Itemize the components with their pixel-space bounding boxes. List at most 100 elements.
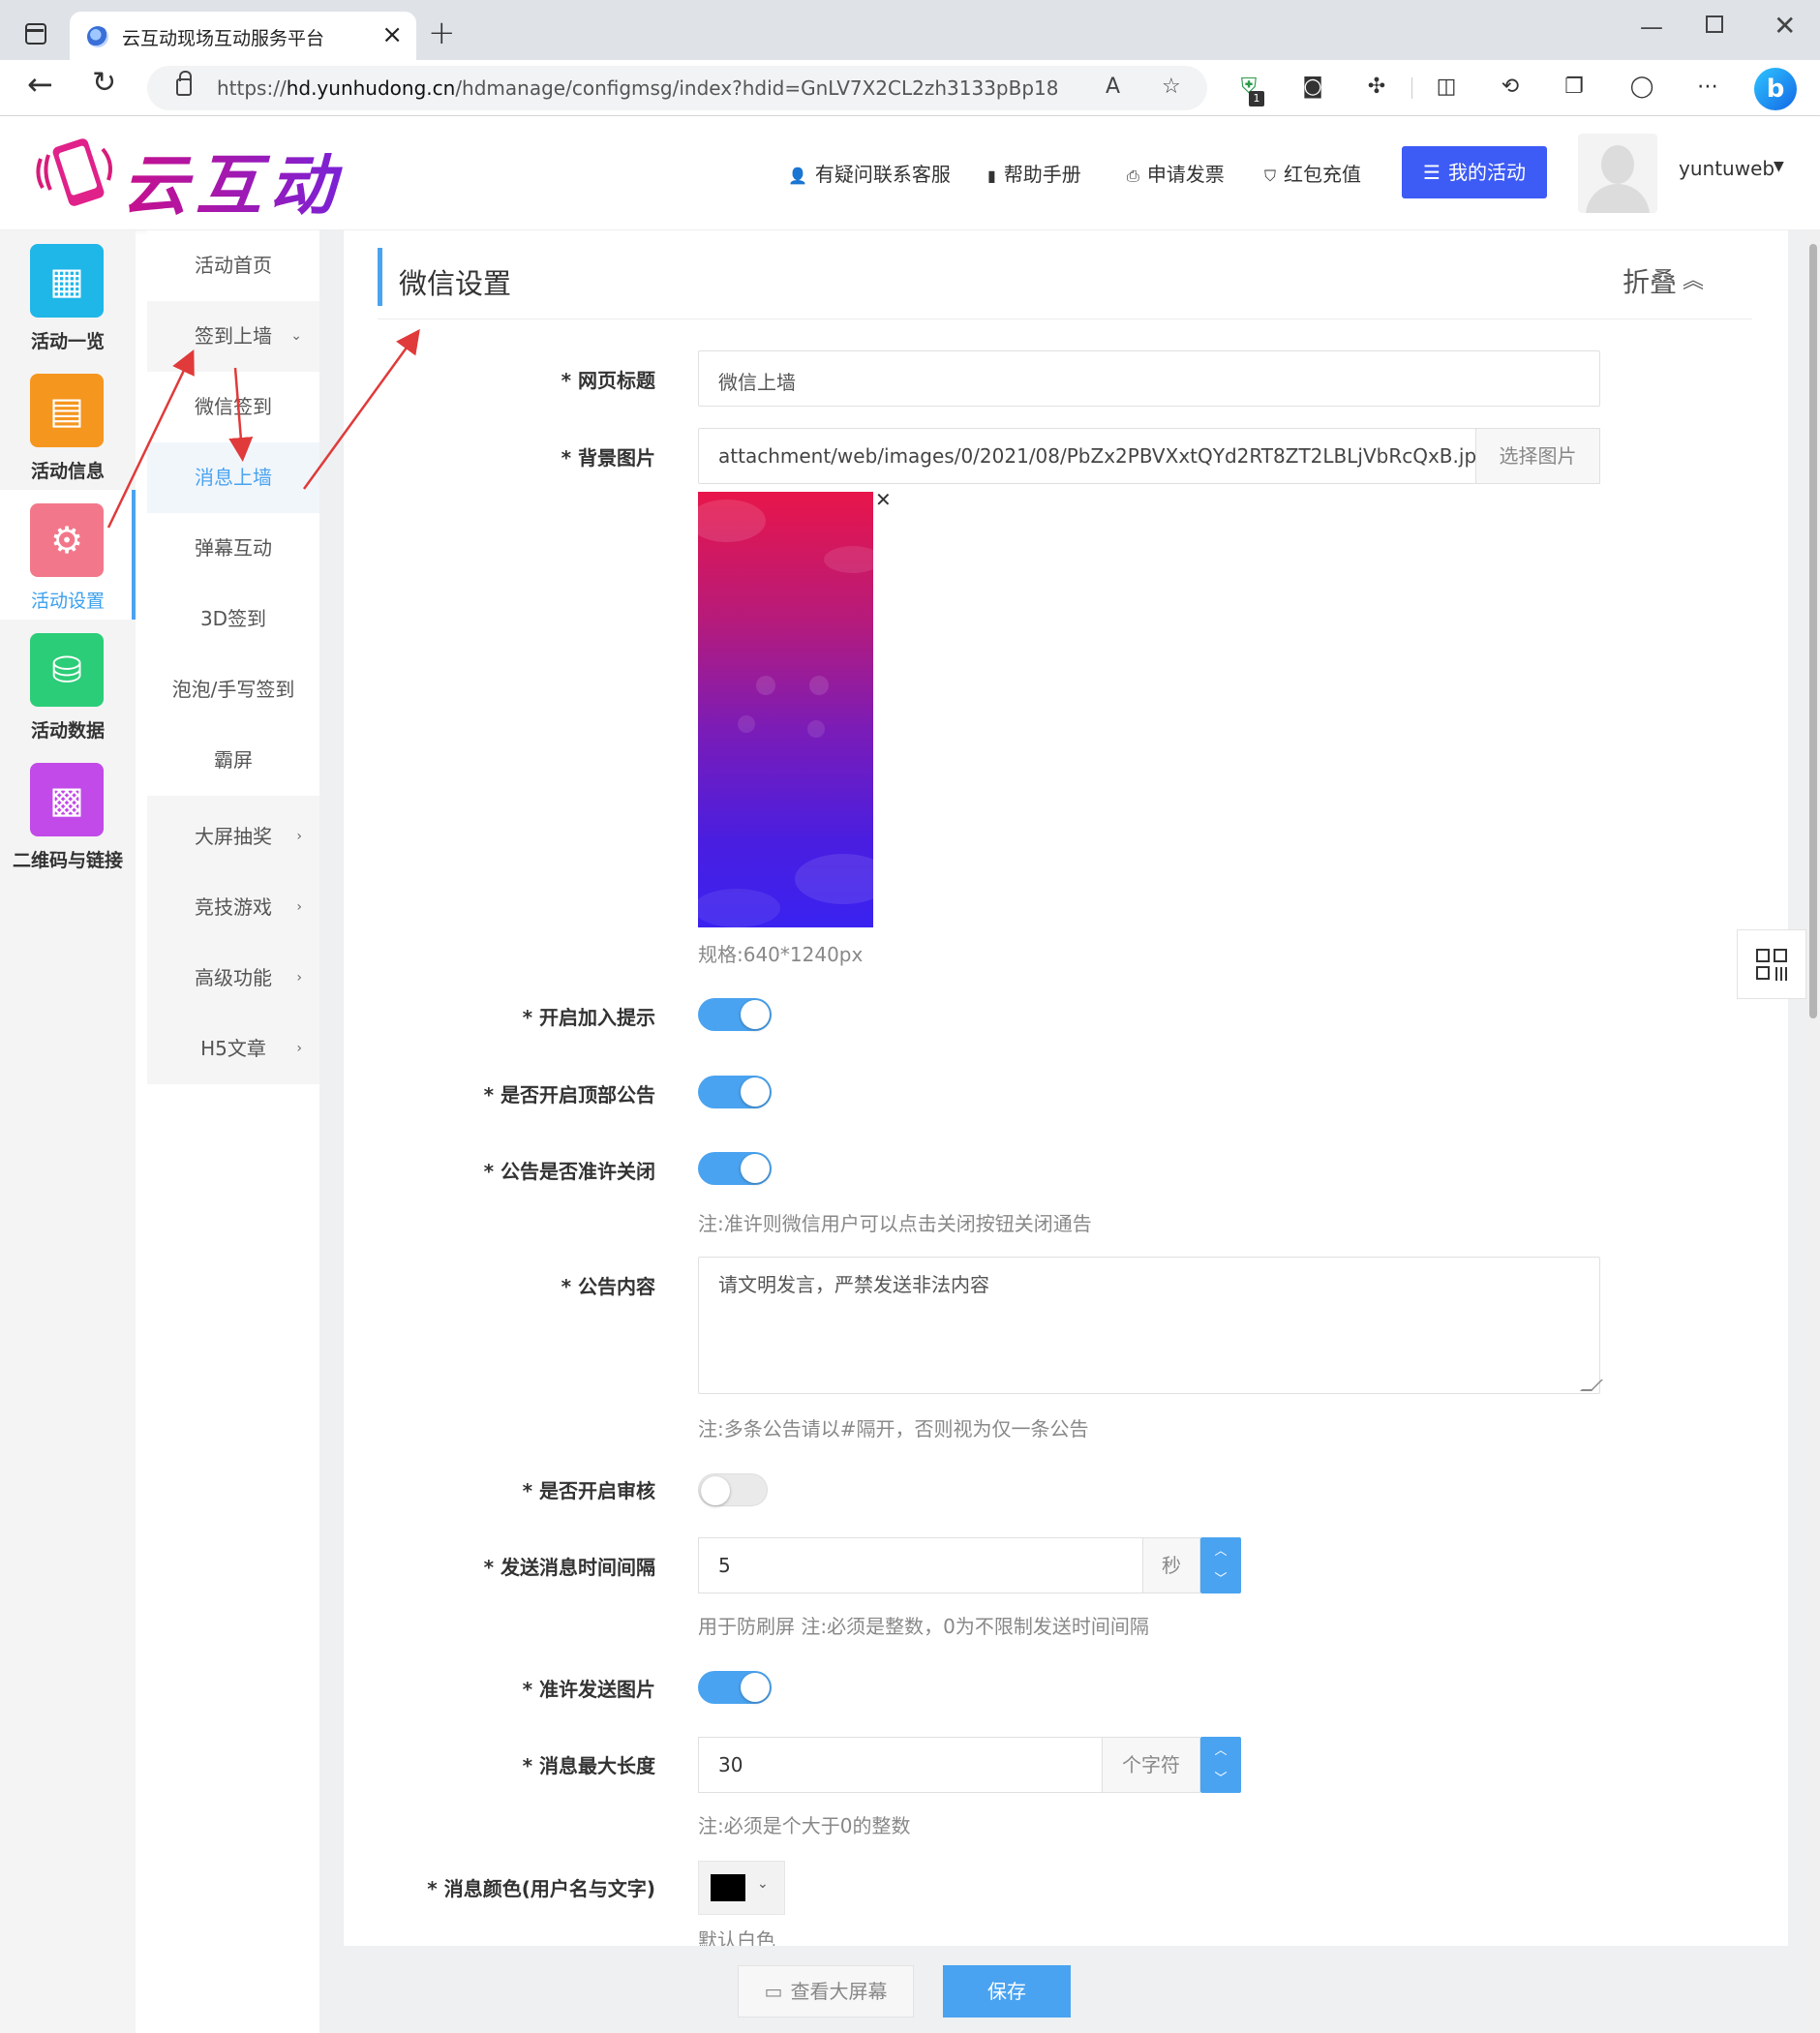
profile-icon[interactable]: ◯ [1628,74,1655,101]
sidebar-item-label: 活动设置 [30,591,105,612]
sidebar-item-activity-list[interactable]: ▦ 活动一览 [0,230,136,360]
read-aloud-icon[interactable]: A [1106,75,1120,99]
toggle-knob [741,1077,770,1107]
document-icon: ▤ [30,374,104,447]
submenu-spacer [147,1084,319,2033]
message-color-picker[interactable]: ⌄ [698,1861,785,1915]
history-icon[interactable]: ⟲ [1497,74,1524,101]
sidebar-item-activity-data[interactable]: ⛁ 活动数据 [0,620,136,749]
submenu-item-screen-hog[interactable]: 霸屏 [147,725,319,796]
printer-icon: ⎙ [1127,167,1139,185]
submenu-item-advanced[interactable]: 高级功能 › [147,943,319,1014]
notice-close-toggle[interactable] [698,1152,772,1185]
select-image-button[interactable]: 选择图片 [1475,428,1600,484]
sidebar-item-qrcode[interactable]: ▩ 二维码与链接 [0,749,136,879]
help-manual-link[interactable]: ▮ 帮助手册 [987,159,1081,187]
maximize-icon[interactable] [1706,15,1723,33]
favorite-add-icon[interactable]: ☆ [1162,75,1181,99]
max-length-input[interactable]: 30 [698,1737,1103,1793]
submenu-item-wechat-signin[interactable]: 微信签到 [147,372,319,442]
reload-icon[interactable]: ↻ [92,66,116,100]
submenu-item-message-wall[interactable]: 消息上墙 [147,442,319,513]
puzzle-icon[interactable]: ✣ [1363,74,1390,101]
new-tab-icon[interactable]: + [428,14,456,52]
browser-tab[interactable]: 云互动现场互动服务平台 × [70,12,416,60]
minimize-icon[interactable]: — [1640,14,1663,41]
tab-actions-icon[interactable] [25,23,46,45]
main-sidebar: ▦ 活动一览 ▤ 活动信息 ⚙ 活动设置 ⛁ 活动数据 ▩ 二维码与链接 [0,230,136,2033]
join-tip-toggle[interactable] [698,998,772,1031]
max-length-unit: 个字符 [1102,1737,1200,1793]
more-icon[interactable]: ⋯ [1694,74,1721,101]
chevron-right-icon: › [296,899,302,915]
toggle-knob [741,1673,770,1702]
submenu-item-lottery[interactable]: 大屏抽奖 › [147,802,319,872]
close-window-icon[interactable]: ✕ [1774,10,1796,42]
background-spec-hint: 规格:640*1240px [698,943,864,966]
message-color-label: * 消息颜色(用户名与文字) [427,1877,655,1900]
lock-icon[interactable] [176,71,192,96]
top-notice-label: * 是否开启顶部公告 [483,1083,655,1107]
sidebar-item-activity-settings[interactable]: ⚙ 活动设置 [0,490,136,620]
invoice-link[interactable]: ⎙ 申请发票 [1127,159,1225,187]
allow-image-toggle[interactable] [698,1671,772,1704]
resize-handle[interactable] [1580,1380,1603,1391]
top-notice-toggle[interactable] [698,1076,772,1108]
chevron-up-icon[interactable]: ︿ [1200,1737,1241,1765]
chevron-down-icon[interactable]: ﹀ [1200,1565,1241,1593]
notice-content-hint: 注:多条公告请以#隔开，否则视为仅一条公告 [698,1417,1089,1441]
avatar[interactable] [1578,134,1657,213]
caret-down-icon[interactable]: ▼ [1774,159,1784,174]
submenu-item-h5-article[interactable]: H5文章 › [147,1014,319,1084]
submenu-item-danmaku[interactable]: 弹幕互动 [147,513,319,584]
submenu-item-activity-home[interactable]: 活动首页 [147,230,319,301]
submenu-item-signin-wall[interactable]: 签到上墙 ⌄ [147,301,319,372]
page-scrollbar[interactable] [1806,230,1820,2033]
contact-support-link[interactable]: 👤 有疑问联系客服 [788,159,951,187]
username[interactable]: yuntuweb [1679,157,1774,180]
scrollbar-thumb[interactable] [1809,244,1817,1018]
chevron-up-icon[interactable]: ︿ [1200,1537,1241,1565]
close-tab-icon[interactable]: × [381,20,403,49]
panel-header: 微信设置 折叠 ︽ [378,248,1752,319]
notice-content-textarea[interactable]: 请文明发言，严禁发送非法内容 [698,1257,1603,1394]
submenu-item-games[interactable]: 竞技游戏 › [147,872,319,943]
view-big-screen-button[interactable]: ▭ 查看大屏幕 [738,1965,914,2018]
interval-label: * 发送消息时间间隔 [483,1556,655,1579]
background-image-input[interactable]: attachment/web/images/0/2021/08/PbZx2PBV… [698,428,1476,484]
remove-image-icon[interactable]: ✕ [875,488,892,511]
background-image-label: * 背景图片 [561,446,655,470]
toggle-knob [701,1476,730,1505]
book-icon: ▮ [987,167,996,185]
chevron-down-icon[interactable]: ﹀ [1200,1765,1241,1793]
interval-spinner[interactable]: ︿ ﹀ [1200,1537,1241,1593]
redpacket-recharge-link[interactable]: ⛉ 红包充值 [1264,159,1361,187]
chevron-up-double-icon[interactable]: ︽ [1683,263,1704,294]
my-activity-button[interactable]: ☰ 我的活动 [1402,146,1547,198]
bing-icon[interactable]: b [1754,68,1797,110]
chevron-right-icon: › [296,970,302,986]
toggle-knob [741,1154,770,1183]
url-field[interactable]: https://hd.yunhudong.cn/hdmanage/configm… [147,66,1207,110]
database-icon: ⛁ [30,633,104,707]
notice-content-text: 请文明发言，严禁发送非法内容 [718,1273,989,1296]
extension-icon[interactable]: ◙ [1299,74,1326,101]
back-icon[interactable]: ← [27,66,53,103]
page-title-input[interactable]: 微信上墙 [698,350,1600,407]
collapse-button[interactable]: 折叠 [1623,261,1677,300]
split-screen-icon[interactable]: ◫ [1433,74,1460,101]
site-header: 云互动 👤 有疑问联系客服 ▮ 帮助手册 ⎙ 申请发票 ⛉ 红包充值 ☰ 我的活动 yun… [0,116,1820,230]
max-length-spinner[interactable]: ︿ ﹀ [1200,1737,1241,1793]
review-toggle[interactable] [698,1473,768,1506]
save-button[interactable]: 保存 [943,1965,1071,2018]
submenu-item-bubble-signin[interactable]: 泡泡/手写签到 [147,654,319,725]
logo-text: 云互动 [122,132,343,228]
interval-input[interactable]: 5 [698,1537,1143,1593]
sidebar-item-label: 二维码与链接 [12,850,123,871]
url-text: https://hd.yunhudong.cn/hdmanage/configm… [217,76,1059,100]
grid-icon: ▦ [30,244,104,318]
floating-qrcode-button[interactable] [1737,929,1806,999]
sidebar-item-activity-info[interactable]: ▤ 活动信息 [0,360,136,490]
collections-icon[interactable]: ❐ [1561,74,1588,101]
submenu-item-3d-signin[interactable]: 3D签到 [147,584,319,654]
